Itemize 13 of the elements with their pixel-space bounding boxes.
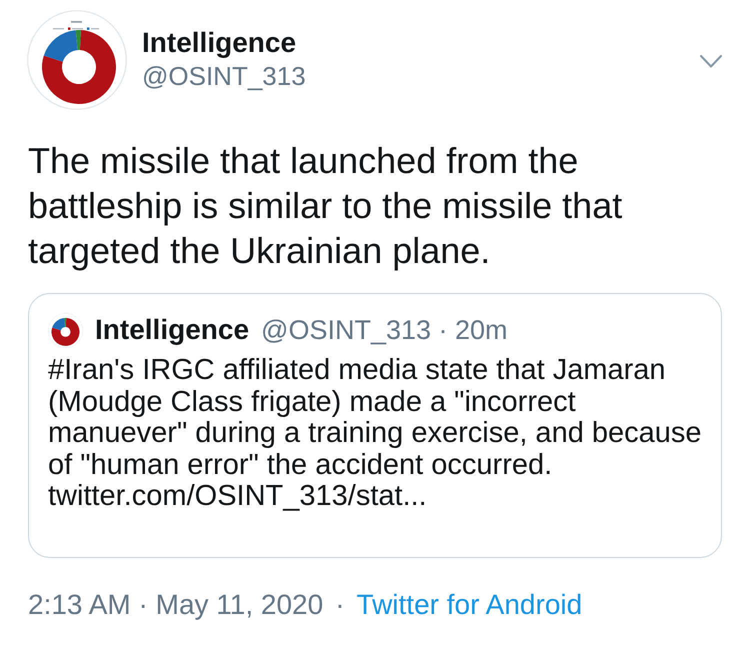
quoted-tweet-meta: @OSINT_313 · 20m bbox=[261, 314, 508, 347]
tweet-timestamp: 2:13 AM · May 11, 2020 bbox=[28, 588, 324, 622]
dot-separator: · bbox=[335, 588, 345, 622]
tweet-link[interactable]: twitter.com/OSINT_313/stat... bbox=[48, 481, 427, 512]
tweet-text: The missile that launched from the battleship is similar to the missile that targeted the Ukrainian plane. bbox=[28, 139, 624, 273]
chevron-down-icon[interactable] bbox=[700, 55, 722, 68]
author-name: Intelligence bbox=[142, 26, 296, 60]
quoted-tweet-card[interactable] bbox=[28, 293, 722, 558]
quoted-author-name: Intelligence bbox=[95, 313, 250, 347]
donut-chart-icon bbox=[48, 312, 83, 348]
donut-chart-icon bbox=[27, 10, 127, 110]
author-handle: @OSINT_313 bbox=[142, 60, 306, 92]
quoted-tweet-text: #Iran's IRGC affiliated media state that Jamaran (Moudge Class frigate) made a "incorrect manuever" during a training exercise, and because of "human error" the accident occurred. bbox=[48, 355, 703, 481]
